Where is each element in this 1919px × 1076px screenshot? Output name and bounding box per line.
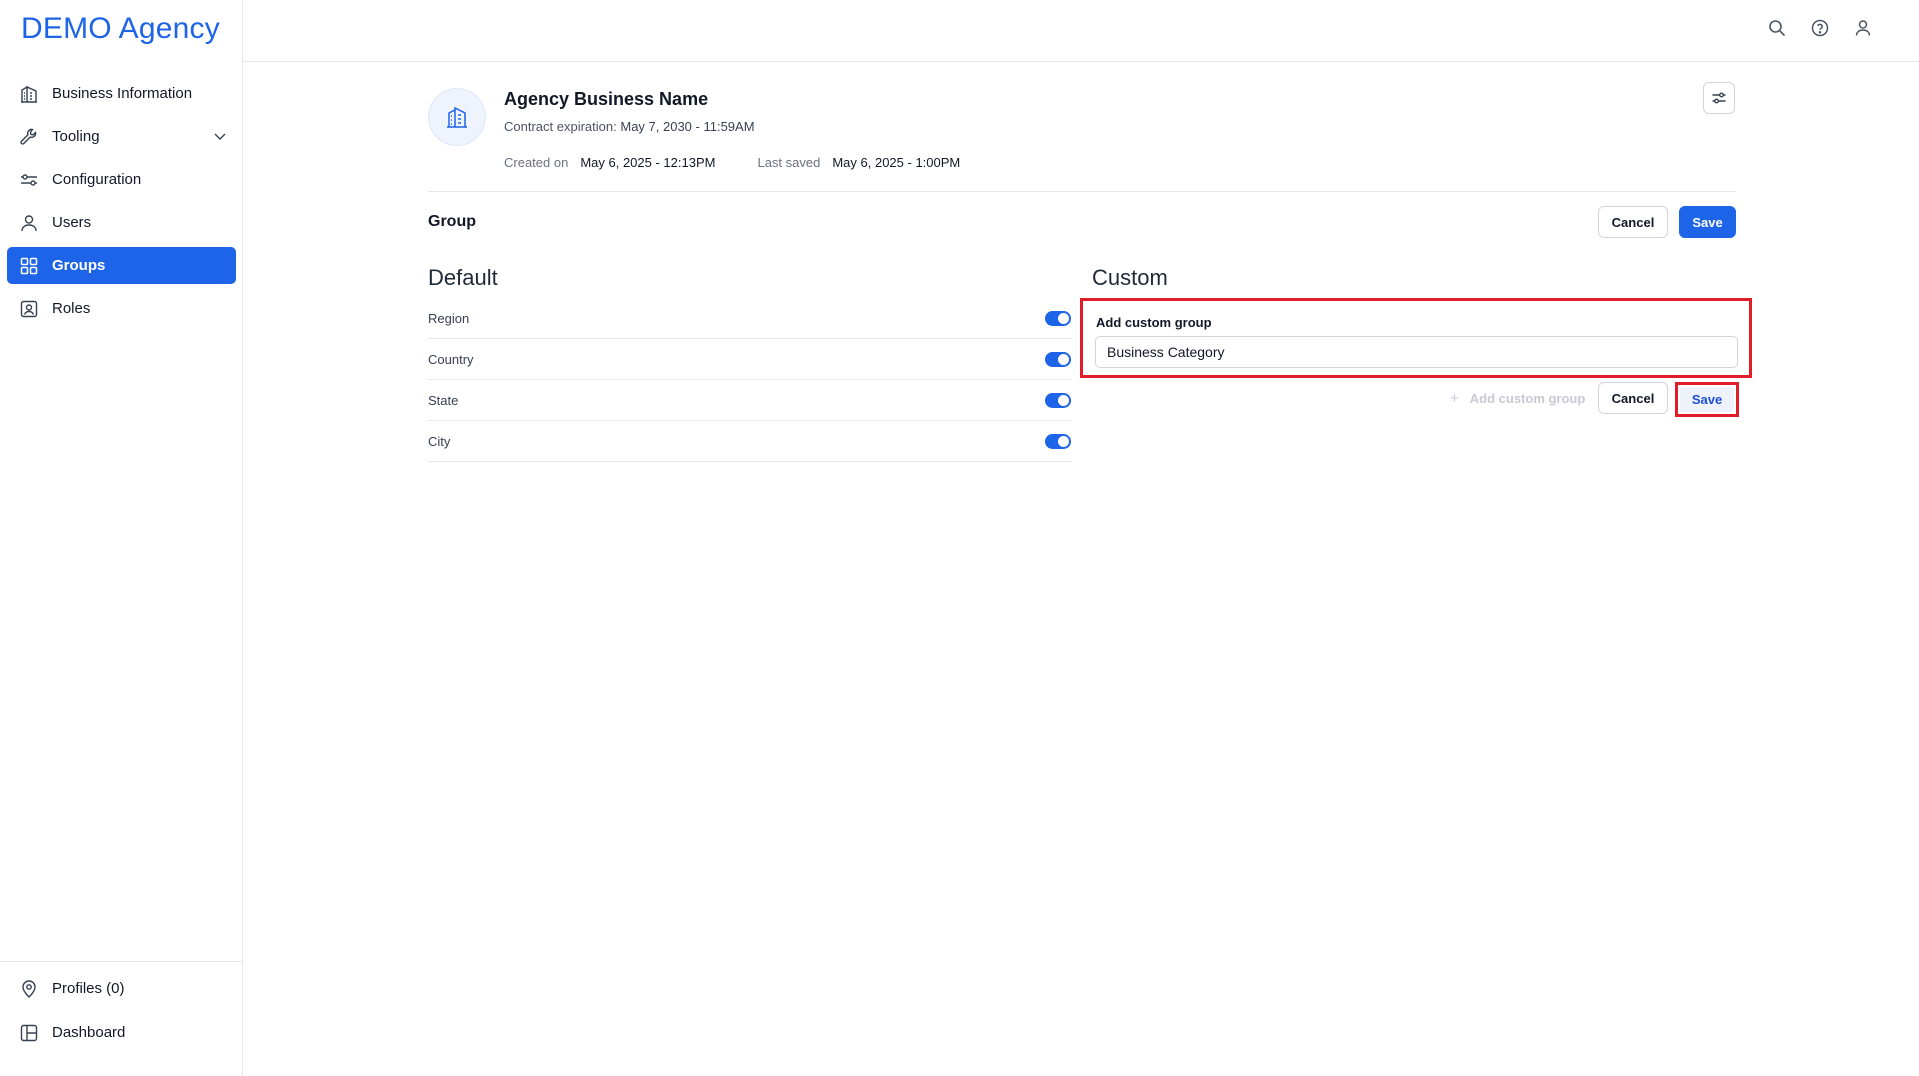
saved-label: Last saved	[757, 155, 821, 170]
building-icon	[19, 84, 39, 104]
save-button[interactable]: Save	[1679, 206, 1736, 238]
sidebar-item-label: Groups	[52, 257, 106, 274]
sidebar-item-configuration[interactable]: Configuration	[7, 161, 236, 198]
sidebar-nav: Business Information Tooling Configurati…	[7, 75, 236, 333]
country-toggle[interactable]	[1045, 351, 1071, 367]
location-pin-icon	[19, 979, 39, 999]
toggle-knob	[1058, 353, 1069, 365]
cancel-button[interactable]: Cancel	[1598, 206, 1668, 238]
created-label: Created on	[504, 155, 569, 170]
created-value: May 6, 2025 - 12:13PM	[580, 155, 716, 170]
sidebar-item-label: Business Information	[52, 85, 193, 102]
contract-label: Contract expiration:	[504, 119, 617, 134]
sidebar-item-label: Configuration	[52, 171, 142, 188]
divider	[428, 191, 1736, 192]
agency-avatar	[428, 88, 486, 146]
list-item: City	[428, 421, 1072, 462]
custom-group-highlight: Add custom group	[1080, 298, 1752, 378]
city-toggle[interactable]	[1045, 433, 1071, 449]
sidebar-item-label: Roles	[52, 300, 91, 317]
sidebar-item-dashboard[interactable]: Dashboard	[7, 1014, 235, 1051]
agency-meta: Created on May 6, 2025 - 12:13PM Last save…	[504, 155, 1002, 170]
wrench-icon	[19, 127, 39, 147]
sidebar-item-tooling[interactable]: Tooling	[7, 118, 236, 155]
sidebar-item-roles[interactable]: Roles	[7, 290, 236, 327]
group-label: City	[428, 433, 451, 449]
custom-column-title: Custom	[1092, 265, 1168, 290]
top-bar	[243, 0, 1919, 62]
grid-icon	[19, 256, 39, 276]
list-item: Region	[428, 298, 1072, 339]
sidebar-item-label: Users	[52, 214, 92, 231]
custom-cancel-button[interactable]: Cancel	[1598, 382, 1668, 414]
sidebar-item-profiles[interactable]: Profiles (0)	[7, 970, 235, 1007]
sidebar-item-label: Tooling	[52, 128, 100, 145]
contract-value: May 7, 2030 - 11:59AM	[620, 119, 755, 134]
section-title: Group	[428, 213, 476, 230]
layout-icon	[19, 1023, 39, 1043]
building-icon	[447, 106, 467, 128]
add-custom-group-label: Add custom group	[1469, 391, 1586, 406]
region-toggle[interactable]	[1045, 310, 1071, 326]
search-icon[interactable]	[1767, 18, 1787, 38]
sidebar-item-users[interactable]: Users	[7, 204, 236, 241]
group-label: Region	[428, 310, 470, 326]
toggle-knob	[1058, 312, 1069, 324]
sliders-icon	[1712, 92, 1726, 104]
group-label: Country	[428, 351, 474, 367]
add-custom-group-button[interactable]: + Add custom group	[1450, 390, 1585, 407]
settings-button[interactable]	[1703, 82, 1735, 114]
help-icon[interactable]	[1810, 18, 1830, 38]
sidebar-item-label: Profiles (0)	[52, 980, 125, 997]
saved-value: May 6, 2025 - 1:00PM	[832, 155, 961, 170]
custom-group-input[interactable]	[1095, 336, 1738, 368]
default-group-list: Region Country State City	[428, 298, 1072, 462]
sidebar-item-business-information[interactable]: Business Information	[7, 75, 236, 112]
toggle-knob	[1058, 394, 1069, 406]
custom-save-button[interactable]: Save	[1680, 387, 1734, 412]
id-badge-icon	[19, 299, 39, 319]
brand-logo[interactable]: DEMO Agency	[21, 12, 220, 46]
sidebar-item-label: Dashboard	[52, 1024, 126, 1041]
user-icon	[19, 213, 39, 233]
toggle-knob	[1058, 435, 1069, 447]
sidebar-footer: Profiles (0) Dashboard	[0, 961, 242, 1058]
list-item: State	[428, 380, 1072, 421]
group-label: State	[428, 392, 459, 408]
contract-expiration: Contract expiration: May 7, 2030 - 11:59…	[504, 119, 755, 134]
agency-name: Agency Business Name	[504, 89, 709, 109]
sidebar-item-groups[interactable]: Groups	[7, 247, 236, 284]
default-column-title: Default	[428, 265, 498, 290]
chevron-down-icon[interactable]	[212, 128, 228, 144]
sidebar: DEMO Agency Business Information Tooling…	[0, 0, 243, 1076]
state-toggle[interactable]	[1045, 392, 1071, 408]
plus-icon: +	[1450, 390, 1459, 407]
custom-save-highlight: Save	[1675, 382, 1739, 417]
account-icon[interactable]	[1853, 18, 1873, 38]
sliders-icon	[19, 170, 39, 190]
custom-group-label: Add custom group	[1096, 315, 1212, 330]
list-item: Country	[428, 339, 1072, 380]
